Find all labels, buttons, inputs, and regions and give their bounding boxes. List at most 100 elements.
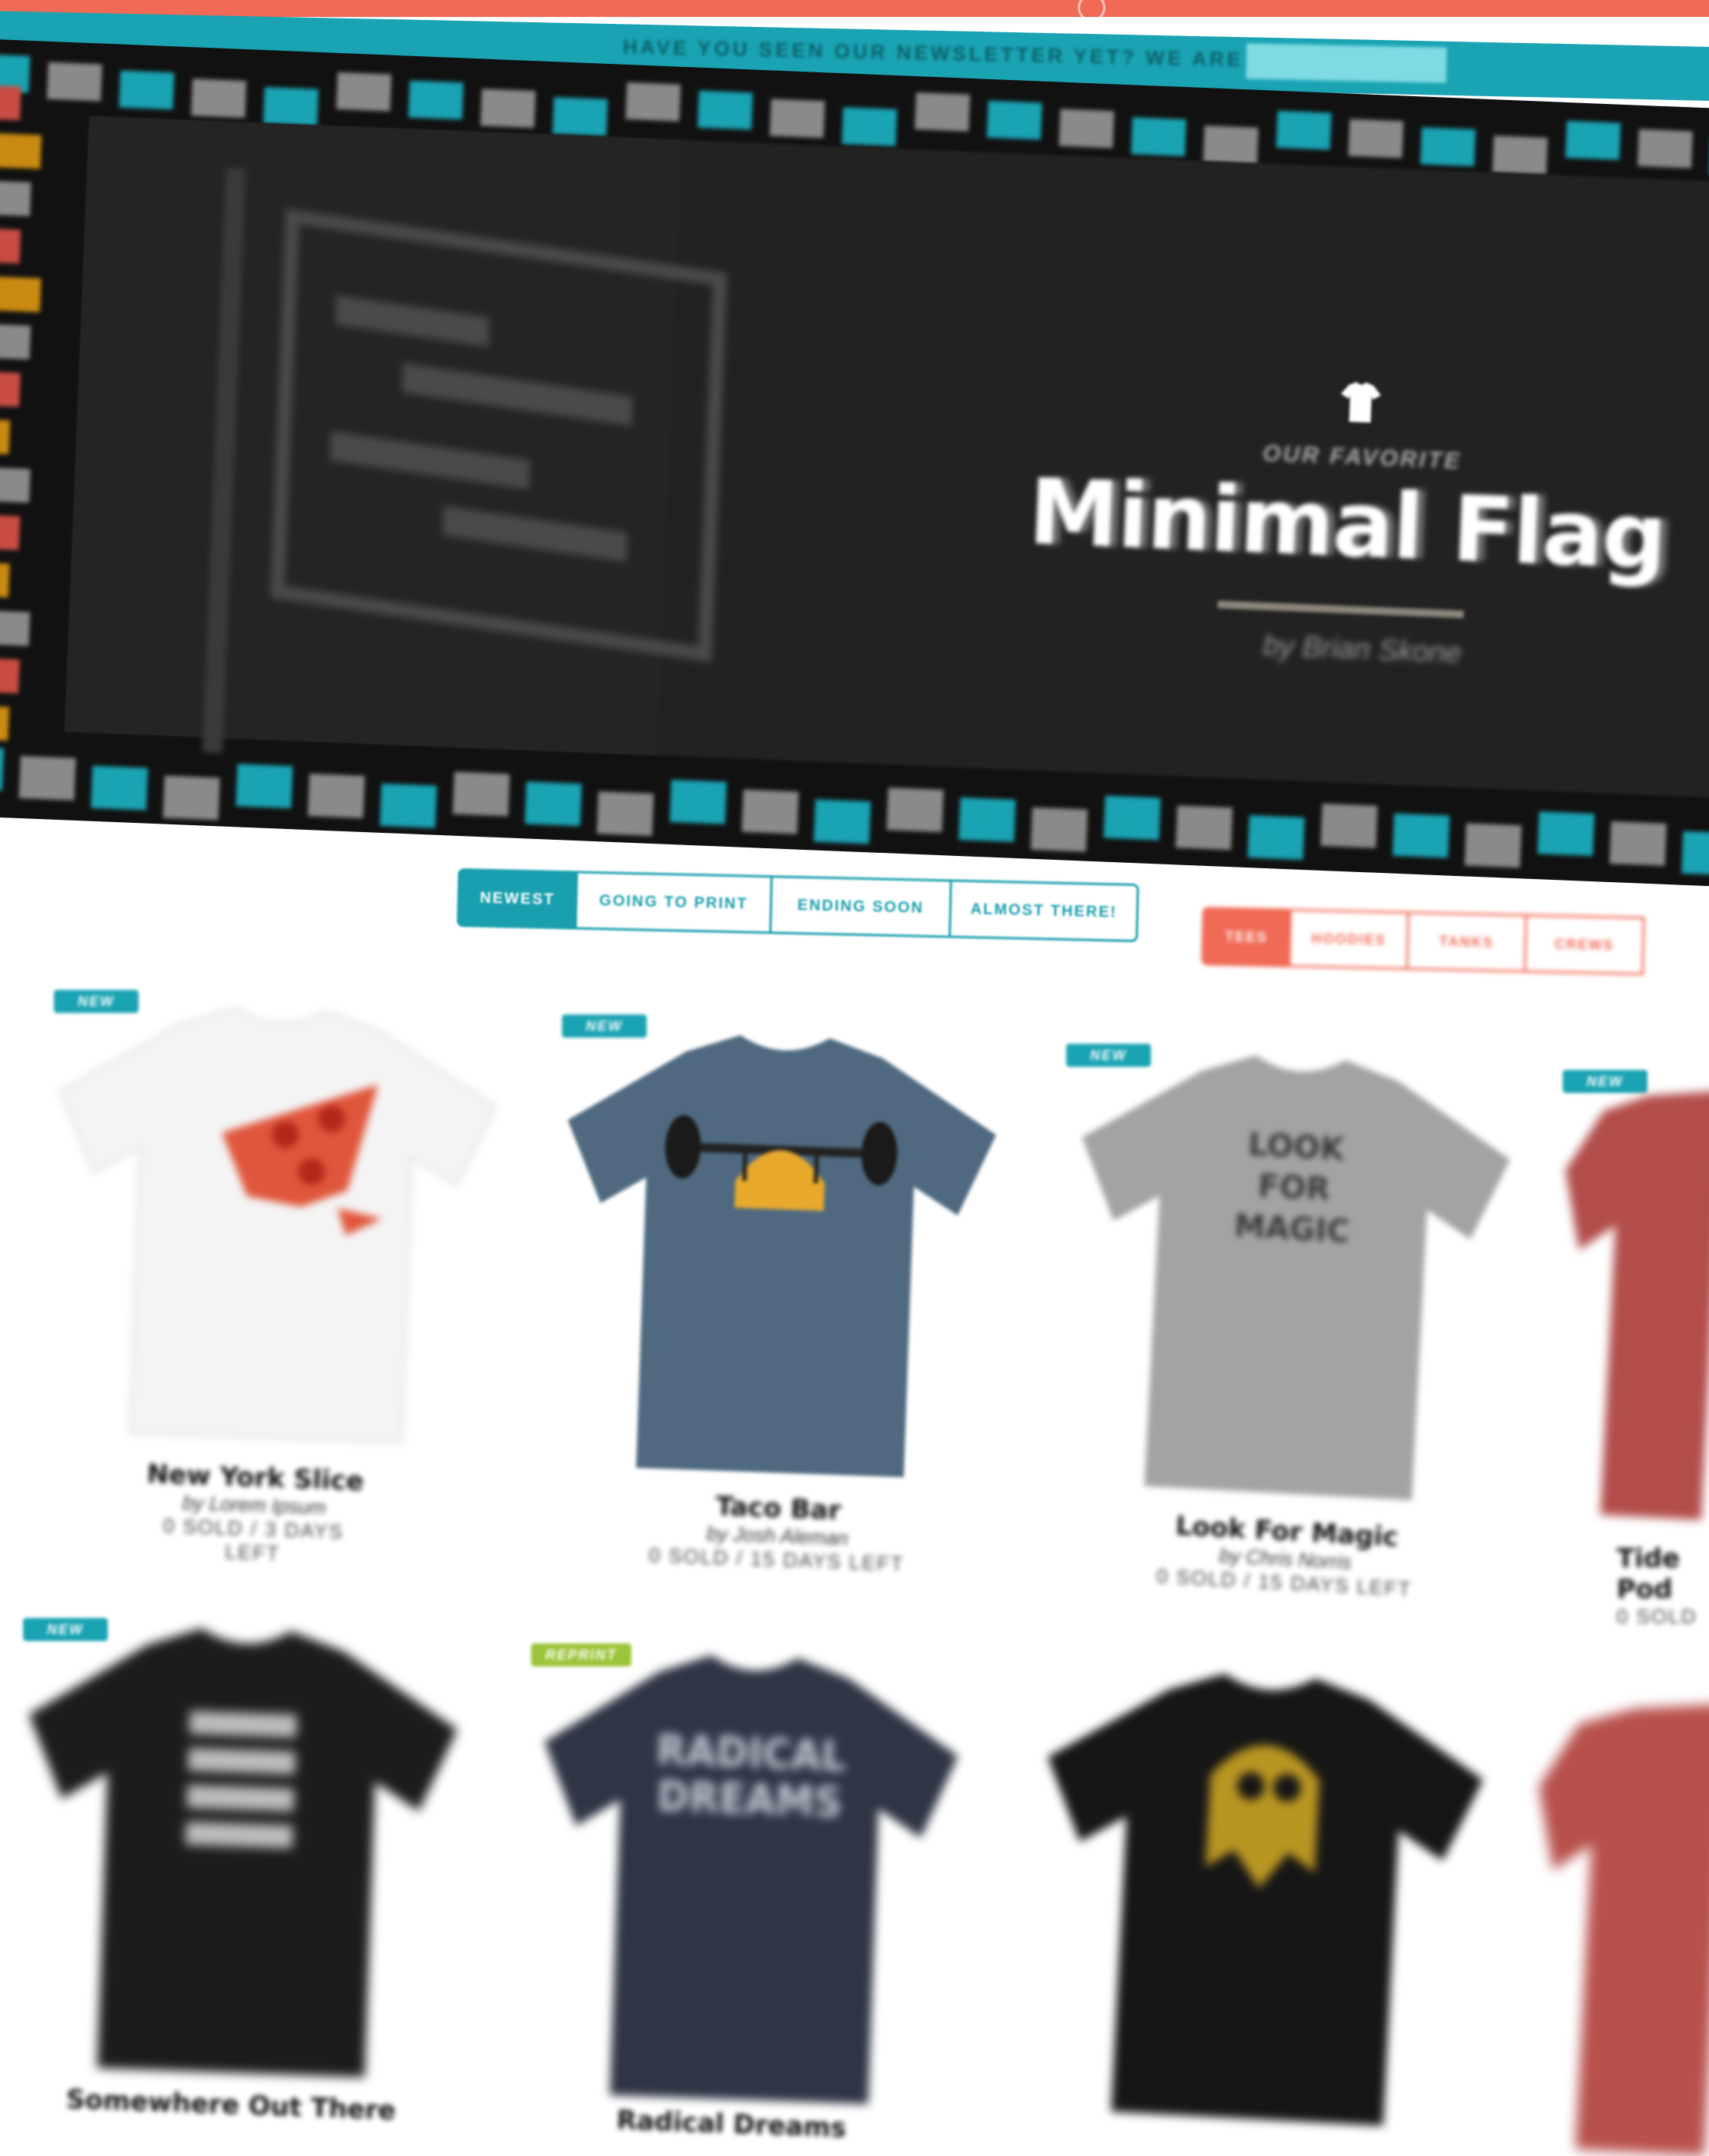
decorative-block xyxy=(986,100,1042,140)
product-meta: 0 SOLD / 3 DAYS LEFT xyxy=(162,1513,345,1566)
decorative-block xyxy=(669,779,727,824)
decorative-block xyxy=(0,228,22,264)
product-caption[interactable]: Tide Pod 0 SOLD xyxy=(1617,1543,1709,1629)
sort-tabs: NEWEST GOING TO PRINT ENDING SOON ALMOST… xyxy=(457,868,1139,943)
decorative-block xyxy=(0,746,5,791)
decorative-block xyxy=(625,82,681,122)
radical-text-art: RADICALDREAMS xyxy=(655,1726,846,1827)
decorative-block xyxy=(1681,831,1709,876)
decorative-block xyxy=(263,87,319,126)
decorative-block xyxy=(0,561,10,598)
product-image[interactable] xyxy=(1520,1685,1709,2156)
svg-text:RADICAL: RADICAL xyxy=(655,1726,846,1781)
product-image[interactable] xyxy=(1020,1655,1498,2140)
product-image[interactable]: RADICAL DREAMS xyxy=(523,1640,971,2116)
tab-tanks[interactable]: TANKS xyxy=(1408,911,1527,973)
category-tabs: TEES HOODIES TANKS CREWS xyxy=(1201,907,1645,976)
svg-text:MAGIC: MAGIC xyxy=(1233,1207,1350,1250)
decorative-block xyxy=(1030,807,1088,852)
decorative-block xyxy=(18,756,76,801)
decorative-block xyxy=(1320,803,1378,848)
decorative-block xyxy=(1609,821,1667,866)
decorative-block xyxy=(1276,110,1332,150)
tab-tees[interactable]: TEES xyxy=(1201,907,1292,968)
tab-ending-soon[interactable]: ENDING SOON xyxy=(771,875,952,938)
decorative-block xyxy=(915,92,971,132)
product-name[interactable]: Tide Pod xyxy=(1617,1543,1709,1605)
product-image[interactable]: LOOK FOR MAGIC xyxy=(1055,1037,1524,1514)
decorative-block xyxy=(958,797,1016,842)
svg-text:LOOK: LOOK xyxy=(1247,1125,1346,1168)
decorative-block xyxy=(1176,805,1233,851)
decorative-block xyxy=(1537,811,1595,857)
decorative-block xyxy=(380,783,437,828)
decorative-block xyxy=(0,371,21,407)
decorative-block xyxy=(0,180,32,216)
decorative-block xyxy=(0,276,42,313)
decorative-block xyxy=(0,466,31,503)
decorative-block xyxy=(1348,119,1404,159)
decorative-block-border-left xyxy=(0,84,60,765)
product-image[interactable] xyxy=(38,993,508,1455)
decorative-block xyxy=(1247,815,1305,860)
decorative-block xyxy=(0,84,22,121)
decorative-block xyxy=(236,764,293,809)
product-caption[interactable]: New York Slice by Lorem Ipsum 0 SOLD / 3… xyxy=(137,1459,371,1569)
tab-newest[interactable]: NEWEST xyxy=(457,868,578,930)
decorative-block xyxy=(0,133,42,169)
decorative-block xyxy=(1464,823,1522,868)
decorative-block xyxy=(1420,127,1476,167)
announcement-pill[interactable] xyxy=(1246,43,1447,83)
decorative-block xyxy=(191,79,247,119)
decorative-block xyxy=(0,323,32,360)
decorative-block xyxy=(1492,135,1548,175)
tee-shirt-icon xyxy=(1340,382,1381,423)
decorative-block xyxy=(336,72,392,112)
decorative-block xyxy=(1103,795,1161,841)
decorative-block xyxy=(162,775,220,821)
decorative-block xyxy=(552,97,608,136)
svg-text:DREAMS: DREAMS xyxy=(656,1773,843,1827)
tab-almost-there[interactable]: ALMOST THERE! xyxy=(951,879,1139,943)
product-image[interactable] xyxy=(547,1020,1008,1489)
decorative-block xyxy=(1565,120,1621,160)
decorative-block xyxy=(886,787,944,833)
decorative-block xyxy=(597,791,654,837)
flag-pole-shape xyxy=(202,168,246,754)
decorative-block xyxy=(0,657,20,694)
svg-text:FOR: FOR xyxy=(1257,1167,1331,1208)
decorative-block xyxy=(1202,125,1259,165)
decorative-block xyxy=(307,774,365,818)
decorative-block xyxy=(524,781,582,827)
decorative-block xyxy=(1131,117,1187,157)
tab-hoodies[interactable]: HOODIES xyxy=(1290,908,1410,971)
decorative-block xyxy=(1059,109,1115,149)
decorative-block xyxy=(453,771,510,817)
tab-going-to-print[interactable]: GOING TO PRINT xyxy=(577,871,773,934)
top-accent-bar xyxy=(0,0,1709,22)
product-caption[interactable]: Somewhere Out There xyxy=(61,2084,400,2127)
decorative-block xyxy=(841,107,898,147)
tab-crews[interactable]: CREWS xyxy=(1526,914,1645,976)
decorative-block xyxy=(119,70,175,110)
decorative-block xyxy=(769,99,825,139)
decorative-block xyxy=(90,765,149,811)
product-image[interactable] xyxy=(8,1613,470,2090)
flag-artwork xyxy=(64,115,727,756)
decorative-block xyxy=(1392,813,1450,858)
nav-mark-icon[interactable] xyxy=(1078,0,1105,22)
product-caption[interactable]: Look For Magic by Chris Norris 0 SOLD / … xyxy=(1153,1509,1419,1602)
product-meta: 0 SOLD xyxy=(1617,1605,1697,1628)
decorative-block xyxy=(813,799,871,844)
product-name[interactable]: Somewhere Out There xyxy=(61,2084,400,2127)
decorative-block xyxy=(0,514,21,550)
decorative-block xyxy=(1637,129,1693,169)
decorative-block xyxy=(0,610,31,647)
decorative-block xyxy=(408,80,464,120)
decorative-block xyxy=(480,89,536,129)
decorative-block xyxy=(697,90,753,130)
decorative-block xyxy=(0,418,11,455)
product-image[interactable] xyxy=(1547,1074,1709,1520)
hero-banner[interactable]: OUR FAVORITE Minimal Flag by Brian Skone xyxy=(0,38,1709,887)
product-caption[interactable]: Taco Bar by Josh Aleman 0 SOLD / 15 DAYS… xyxy=(645,1489,909,1576)
